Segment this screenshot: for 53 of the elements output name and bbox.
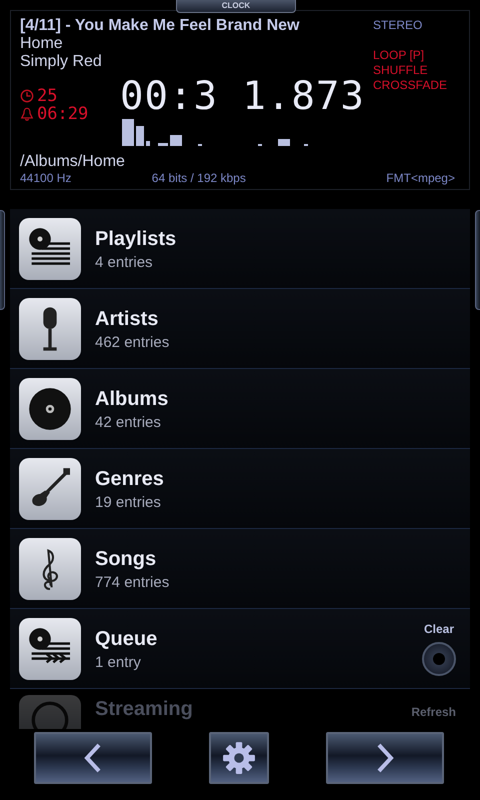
action-label: Refresh xyxy=(411,705,456,719)
library-item[interactable]: Albums 42 entries xyxy=(10,369,470,449)
previous-button[interactable] xyxy=(34,732,152,784)
channel-mode: STEREO xyxy=(373,18,424,32)
category-icon xyxy=(19,538,81,600)
folder-path: /Albums/Home xyxy=(20,153,126,171)
item-title: Genres xyxy=(95,467,165,492)
settings-button[interactable] xyxy=(209,732,269,784)
category-icon xyxy=(19,618,81,680)
entry-count: 1 entry xyxy=(95,654,142,671)
clock-icon xyxy=(20,89,34,103)
entry-count: 4 entries xyxy=(95,254,154,271)
library-item[interactable]: Playlists 4 entries xyxy=(10,209,470,289)
playback-mode: SHUFFLE xyxy=(373,63,429,78)
playback-mode: CROSSFADE xyxy=(373,78,448,93)
sample-rate: 44100 Hz xyxy=(20,171,72,185)
entry-count: 19 entries xyxy=(95,494,162,511)
chevron-right-icon xyxy=(375,743,395,773)
side-handle[interactable] xyxy=(0,210,5,310)
next-button[interactable] xyxy=(326,732,444,784)
album-name: Home xyxy=(20,35,64,53)
item-title: Artists xyxy=(95,307,160,332)
audio-format: FMT<mpeg> xyxy=(386,171,455,185)
bitrate: 64 bits / 192 kbps xyxy=(152,171,246,185)
category-icon xyxy=(19,218,81,280)
track-title: [4/11] - You Make Me Feel Brand New xyxy=(20,17,300,35)
category-icon xyxy=(19,378,81,440)
item-title: Queue xyxy=(95,627,158,652)
library-item[interactable]: Songs 774 entries xyxy=(10,529,470,609)
item-title: Albums xyxy=(95,387,170,412)
library-item[interactable]: Genres 19 entries xyxy=(10,449,470,529)
entry-count: 462 entries xyxy=(95,334,170,351)
action-button[interactable] xyxy=(422,642,456,676)
item-title: Streaming xyxy=(95,697,194,721)
entry-count: 42 entries xyxy=(95,414,162,431)
item-title: Playlists xyxy=(95,227,178,252)
artist-name: Simply Red xyxy=(20,53,103,71)
alarm-time: 06:29 xyxy=(37,104,88,124)
gear-icon xyxy=(222,741,256,775)
chevron-left-icon xyxy=(83,743,103,773)
side-handle[interactable] xyxy=(475,210,480,310)
clock-tab[interactable]: CLOCK xyxy=(176,0,296,13)
bell-icon xyxy=(20,107,34,121)
item-title: Songs xyxy=(95,547,158,572)
category-icon xyxy=(19,458,81,520)
library-item[interactable]: Artists 462 entries xyxy=(10,289,470,369)
category-icon xyxy=(19,298,81,360)
playback-position: 00:3 1.873 xyxy=(120,77,366,117)
action-label: Clear xyxy=(424,622,454,636)
playback-mode: LOOP [P] xyxy=(373,48,426,63)
entry-count: 774 entries xyxy=(95,574,170,591)
library-item[interactable]: Queue 1 entry Clear xyxy=(10,609,470,689)
sleep-timer: 25 xyxy=(37,86,58,106)
